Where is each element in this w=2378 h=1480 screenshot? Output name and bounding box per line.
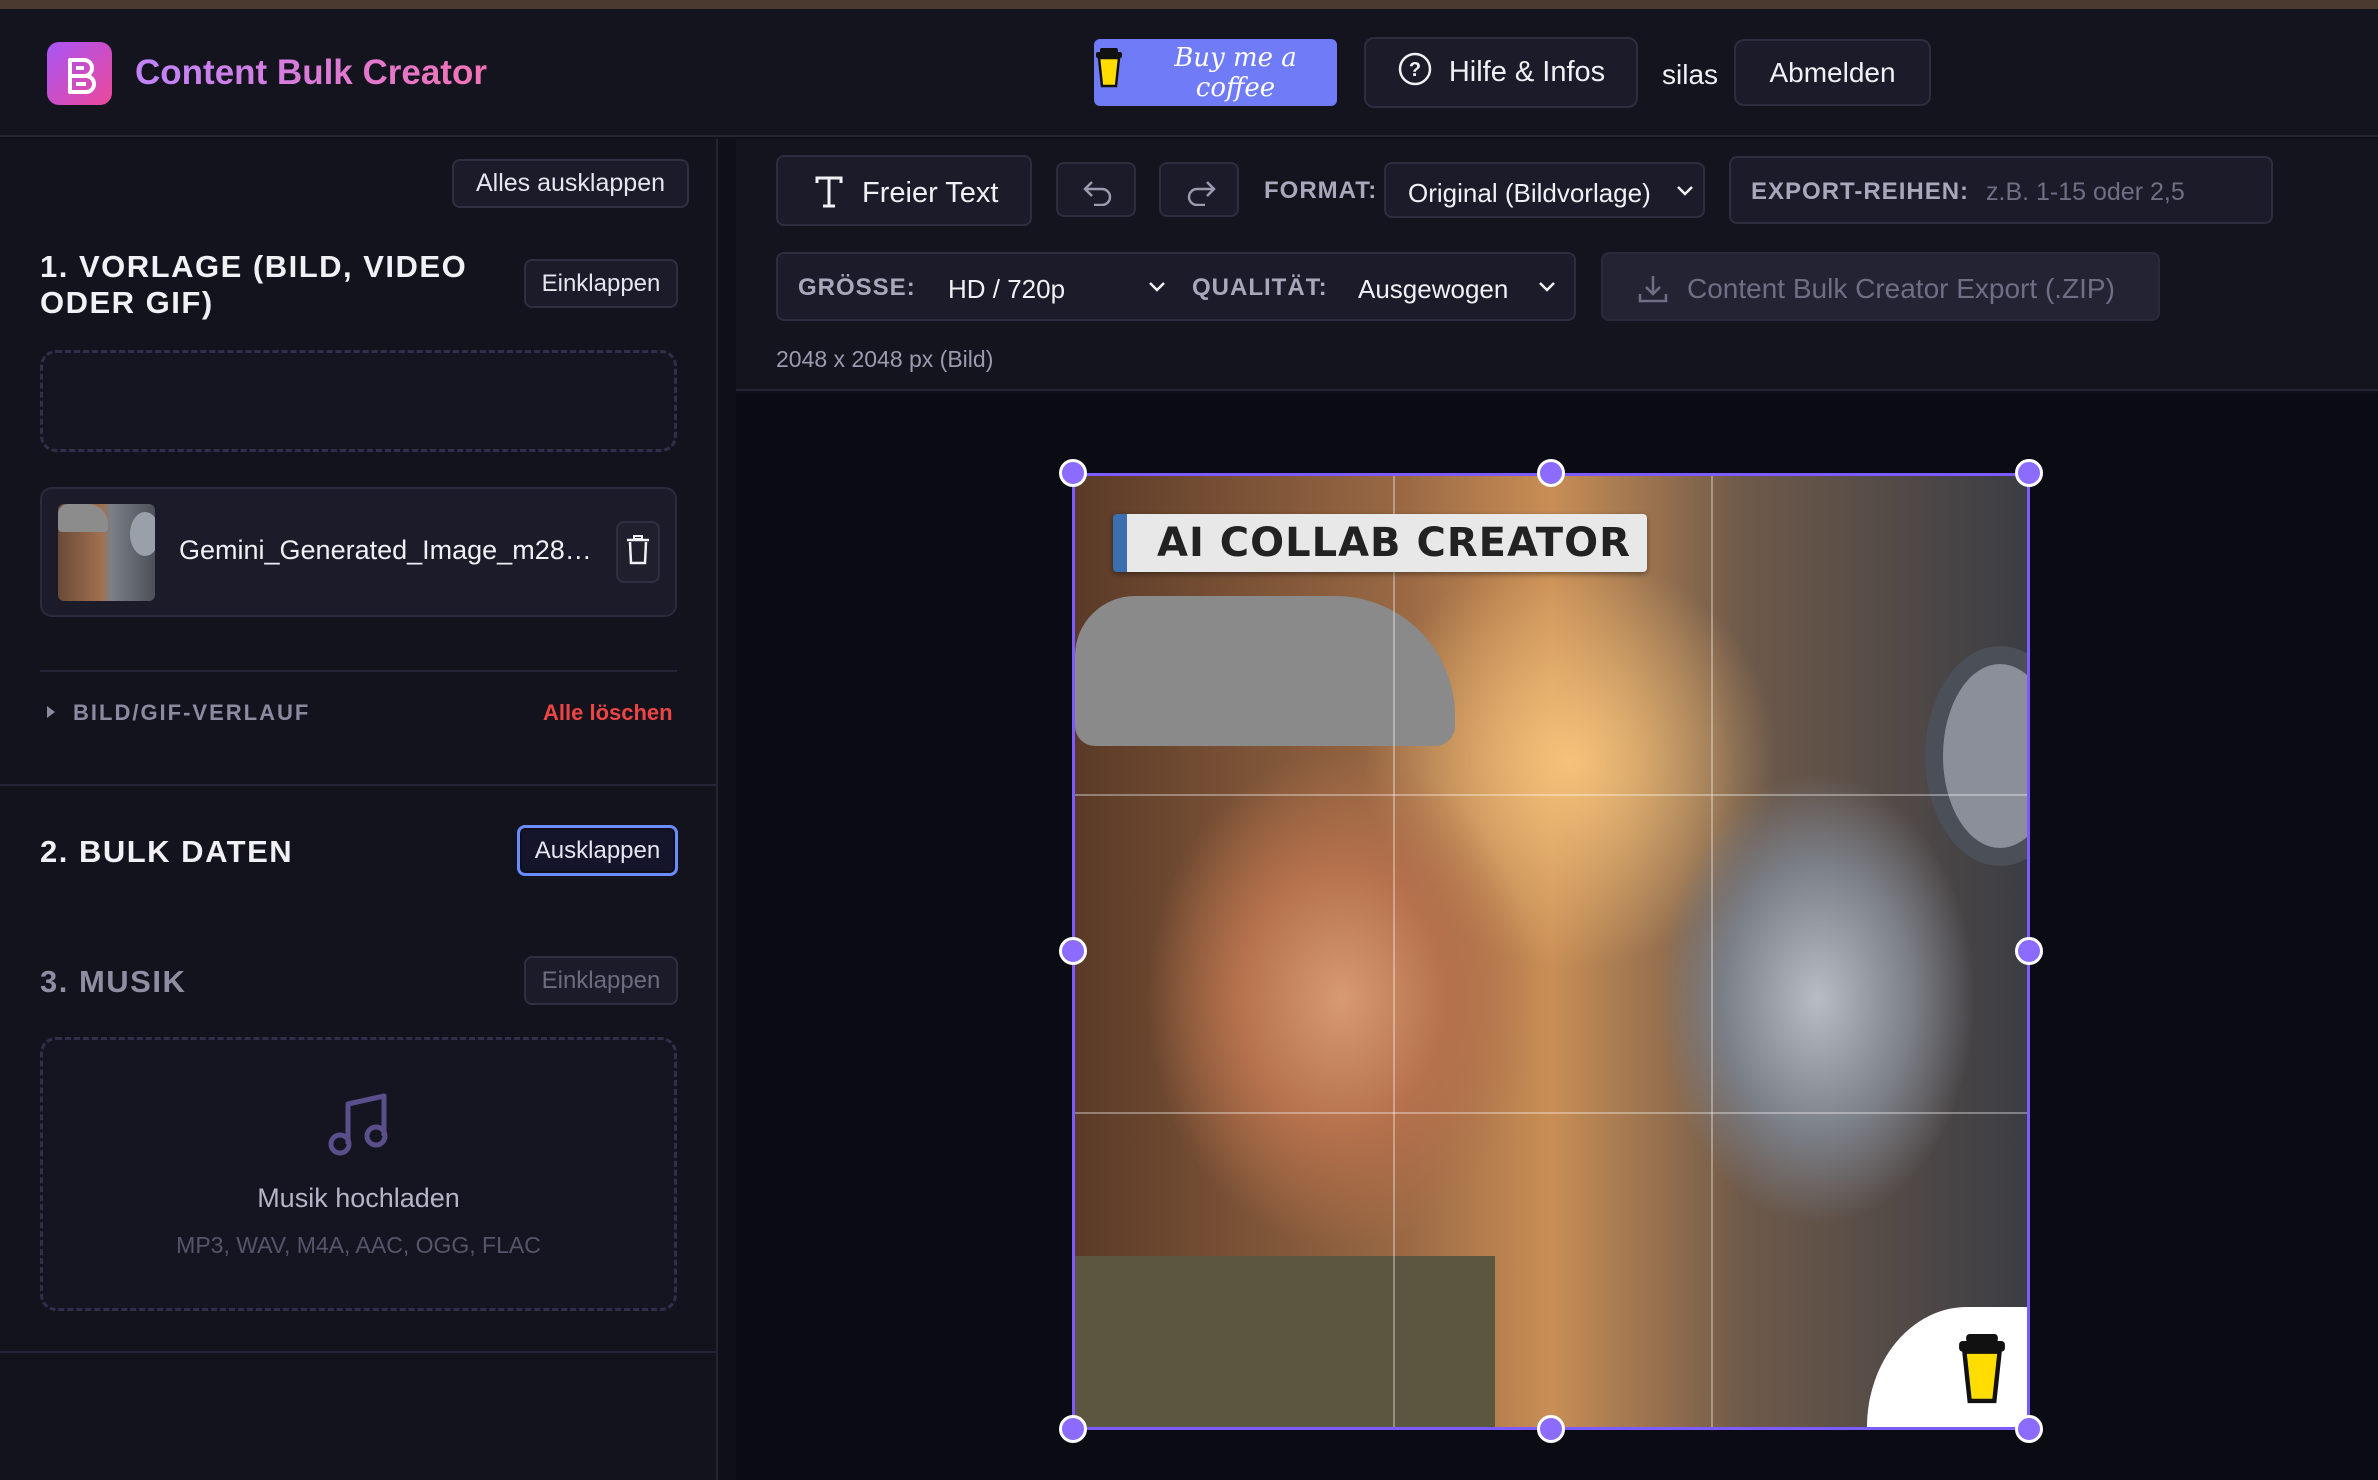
logo-b-icon (47, 42, 112, 105)
sidebar: Alles ausklappen 1. VORLAGE (BILD, VIDEO… (0, 139, 718, 1480)
redo-button[interactable] (1159, 162, 1239, 217)
free-text-label: Freier Text (862, 177, 999, 209)
section-divider-1 (0, 784, 716, 786)
quality-select[interactable]: Ausgewogen (1358, 262, 1558, 312)
preview-hoodie-shape (1075, 1256, 1495, 1427)
music-upload-label: Musik hochladen (257, 1183, 460, 1213)
file-name: Gemini_Generated_Image_m28m… (179, 535, 599, 565)
grid-line-v2 (1711, 476, 1713, 1427)
delete-all-history-button[interactable]: Alle löschen (543, 700, 673, 726)
free-text-button[interactable]: Freier Text (776, 155, 1032, 226)
file-thumbnail (58, 504, 155, 601)
overlay-text-label[interactable]: AI COLLAB CREATOR (1113, 514, 1647, 572)
window-top-strip (0, 0, 2378, 9)
resize-handle-bottom-left[interactable] (1059, 1415, 1087, 1443)
size-quality-group: GRÖSSE: HD / 720p QUALITÄT: Ausgewogen (776, 252, 1576, 321)
grid-line-h2 (1075, 1112, 2027, 1114)
coffee-cup-icon (1094, 48, 1124, 97)
help-button-label: Hilfe & Infos (1448, 56, 1606, 88)
logout-button[interactable]: Abmelden (1734, 39, 1931, 106)
chevron-down-icon (1148, 280, 1166, 298)
format-select[interactable]: Original (Bildvorlage) (1384, 162, 1705, 218)
download-icon (1637, 274, 1669, 309)
music-upload-dropzone[interactable]: Musik hochladen MP3, WAV, M4A, AAC, OGG,… (40, 1037, 677, 1311)
chevron-down-icon (1676, 184, 1694, 202)
section-music-title: 3. MUSIK (40, 964, 187, 999)
section-template-title: 1. VORLAGE (BILD, VIDEO ODER GIF) (40, 249, 467, 321)
section-music-collapse-button[interactable]: Einklappen (524, 956, 678, 1005)
caret-right-icon[interactable] (45, 704, 57, 725)
preview-cap-shape (1075, 596, 1455, 746)
chevron-down-icon (1538, 280, 1556, 298)
section-bulk-data-title: 2. BULK DATEN (40, 834, 294, 869)
delete-file-button[interactable] (616, 521, 660, 583)
resize-handle-top[interactable] (1537, 459, 1565, 487)
export-rows-field[interactable]: EXPORT-REIHEN: z.B. 1-15 oder 2,5 (1729, 156, 2273, 224)
export-zip-button[interactable]: Content Bulk Creator Export (.ZIP) (1601, 252, 2160, 321)
template-image-preview[interactable]: AI COLLAB CREATOR (1072, 473, 2030, 1430)
coffee-cup-icon (1955, 1334, 2009, 1413)
preview-robot-ear-shape (1925, 646, 2027, 866)
template-dropzone[interactable] (40, 350, 677, 452)
size-select[interactable]: HD / 720p (948, 262, 1188, 312)
redo-icon (1185, 178, 1217, 211)
music-formats: MP3, WAV, M4A, AAC, OGG, FLAC (176, 1232, 541, 1258)
svg-text:?: ? (1409, 59, 1421, 81)
text-t-icon (814, 175, 844, 214)
resize-handle-right[interactable] (2015, 937, 2043, 965)
question-circle-icon: ? (1397, 51, 1433, 95)
format-label: FORMAT: (1264, 177, 1378, 204)
resize-handle-bottom-right[interactable] (2015, 1415, 2043, 1443)
buy-me-a-coffee-button[interactable]: Buy me a coffee (1094, 39, 1337, 106)
quality-label: QUALITÄT: (1192, 274, 1328, 301)
section-template-title-line2: ODER GIF) (40, 285, 214, 320)
quality-value: Ausgewogen (1358, 274, 1509, 304)
section-template-collapse-button[interactable]: Einklappen (524, 259, 678, 308)
undo-icon (1082, 178, 1114, 211)
export-rows-label: EXPORT-REIHEN: (1751, 178, 1970, 205)
app-header: Content Bulk Creator Buy me a coffee ? H… (0, 9, 2378, 137)
export-rows-input[interactable]: z.B. 1-15 oder 2,5 (1986, 178, 2185, 207)
history-divider (40, 670, 677, 672)
coffee-button-label: Buy me a coffee (1174, 42, 1297, 103)
expand-all-button[interactable]: Alles ausklappen (452, 159, 689, 208)
grid-line-h1 (1075, 794, 2027, 796)
grid-line-v1 (1393, 476, 1395, 1427)
format-value: Original (Bildvorlage) (1408, 178, 1651, 208)
export-zip-label: Content Bulk Creator Export (.ZIP) (1687, 273, 2115, 304)
app-title: Content Bulk Creator (135, 53, 487, 92)
resize-handle-top-right[interactable] (2015, 459, 2043, 487)
section-bulk-data-expand-button[interactable]: Ausklappen (517, 825, 678, 876)
coffee-watermark (1867, 1307, 2027, 1427)
size-label: GRÖSSE: (798, 274, 916, 301)
username: silas (1662, 59, 1719, 90)
section-template-title-line1: 1. VORLAGE (BILD, VIDEO (40, 249, 468, 284)
trash-icon (626, 534, 650, 570)
section-divider-2 (0, 1351, 716, 1353)
resize-handle-left[interactable] (1059, 937, 1087, 965)
history-toggle[interactable]: BILD/GIF-VERLAUF (73, 700, 310, 726)
size-value: HD / 720p (948, 274, 1066, 304)
resize-handle-top-left[interactable] (1059, 459, 1087, 487)
undo-button[interactable] (1056, 162, 1136, 217)
music-note-icon (43, 1090, 674, 1165)
image-dimensions-info: 2048 x 2048 px (Bild) (776, 346, 994, 372)
help-info-button[interactable]: ? Hilfe & Infos (1364, 37, 1638, 108)
resize-handle-bottom[interactable] (1537, 1415, 1565, 1443)
template-file-card[interactable]: Gemini_Generated_Image_m28m… (40, 487, 677, 617)
